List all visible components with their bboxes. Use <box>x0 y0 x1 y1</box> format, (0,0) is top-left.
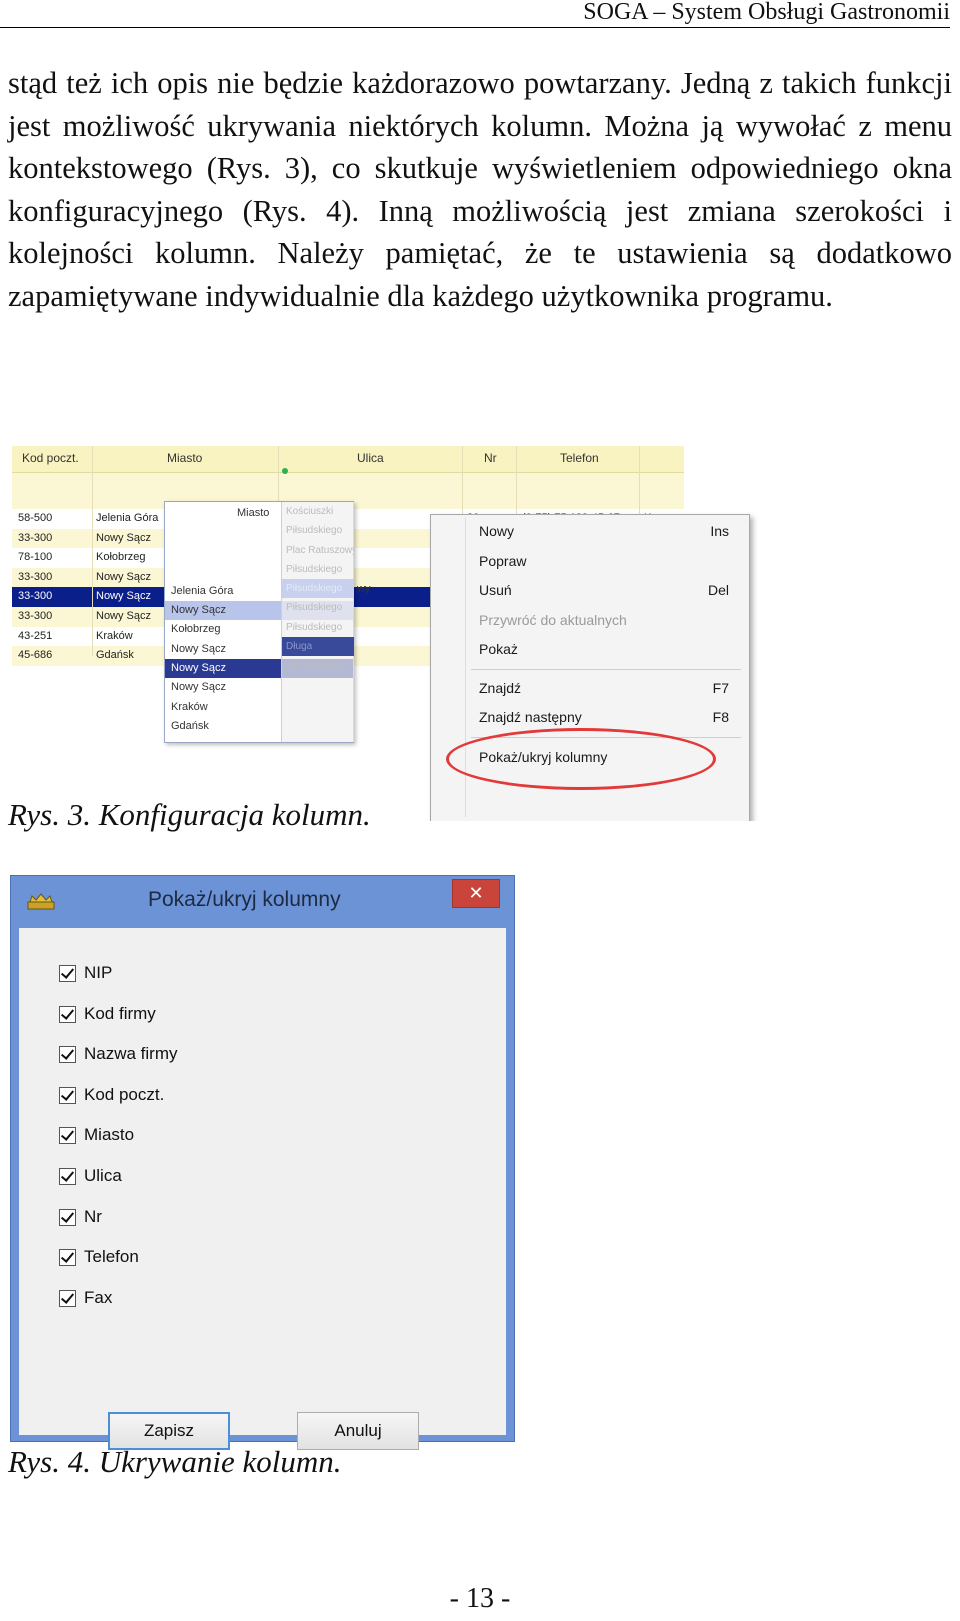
ghost-cell: Piłsudskiego <box>286 563 343 575</box>
dropdown-ghost-column: Kościuszki Piłsudskiego Plac Ratuszowy Piłs… <box>281 502 354 742</box>
body-paragraph: stąd też ich opis nie będzie każdorazowo… <box>8 66 952 313</box>
figure-column-config: Kod poczt. Miasto Ulica Nr Telefon 58-50… <box>12 446 772 821</box>
checkbox-label: Nazwa firmy <box>84 1044 178 1064</box>
col-header-ulica[interactable]: Ulica <box>357 451 384 465</box>
table-cell: Jelenia Góra <box>96 512 159 524</box>
figure3-caption: Rys. 3. Konfiguracja kolumn. <box>8 797 371 832</box>
checkbox-checked-icon[interactable] <box>59 1208 76 1226</box>
col-header-telefon[interactable]: Telefon <box>560 451 599 465</box>
checkbox-checked-icon[interactable] <box>59 1046 76 1064</box>
ghost-cell: Piłsudskiego <box>282 579 354 599</box>
shortcut-ins: Ins <box>710 523 729 539</box>
ghost-cell: Grunwaldzka <box>286 660 345 672</box>
grid-divider <box>92 446 93 656</box>
checkbox-label: Telefon <box>84 1247 139 1267</box>
ghost-cell: Długa <box>282 637 354 657</box>
checkbox-checked-icon[interactable] <box>59 1168 76 1185</box>
checkbox-checked-icon[interactable] <box>59 1289 76 1307</box>
table-cell: 45-686 <box>18 649 53 662</box>
table-cell: Kraków <box>96 629 133 642</box>
menu-item-przywroc: Przywróć do aktualnych <box>479 612 627 628</box>
grid-header: Kod poczt. Miasto Ulica Nr Telefon <box>12 446 684 473</box>
menu-item-pokaz[interactable]: Pokaż <box>479 641 518 657</box>
checkbox-checked-icon[interactable] <box>59 1005 76 1023</box>
menu-item-znajdz-nastepny[interactable]: Znajdź następny <box>479 709 582 725</box>
shortcut-f8: F8 <box>712 709 729 725</box>
menu-item-popraw[interactable]: Popraw <box>479 553 526 569</box>
shortcut-f7: F7 <box>712 680 729 696</box>
ghost-suffix: wy <box>357 583 371 595</box>
dialog-title: Pokaż/ukryj kolumny <box>148 888 341 911</box>
table-cell: Nowy Sącz <box>96 531 152 544</box>
table-cell: 43-251 <box>18 629 53 642</box>
dropdown-header-label: Miasto <box>237 507 270 519</box>
checkbox-label: NIP <box>84 963 113 982</box>
menu-item-usun[interactable]: Usuń <box>479 582 512 598</box>
checkbox-checked-icon[interactable] <box>59 1086 76 1104</box>
app-icon <box>27 893 55 910</box>
dialog-body: NIP Kod firmy Nazwa firmy Kod poczt. Miasto U… <box>19 928 506 1450</box>
table-cell: 78-100 <box>18 551 53 564</box>
dialog-title-bar[interactable]: Pokaż/ukryj kolumny ✕ <box>11 876 514 928</box>
checkbox-label: Nr <box>84 1206 102 1226</box>
ghost-cell: Piłsudskiego <box>286 621 343 633</box>
show-hide-columns-dialog: Pokaż/ukryj kolumny ✕ NIP Kod firmy Nazwa … <box>10 875 515 1450</box>
page-number: - 13 - <box>449 1583 511 1614</box>
shortcut-del: Del <box>707 582 729 598</box>
table-cell: 33-300 <box>18 590 53 603</box>
highlight-oval <box>446 728 716 790</box>
table-cell: Nowy Sącz <box>96 590 152 603</box>
menu-separator <box>471 669 741 670</box>
ghost-cell: Piłsudskiego <box>286 525 343 537</box>
checkbox-label: Fax <box>84 1287 113 1307</box>
checkbox-label: Miasto <box>84 1125 135 1145</box>
header-title: SOGA – System Obsługi Gastronomii <box>583 0 950 25</box>
col-header-miasto[interactable]: Miasto <box>167 451 202 465</box>
menu-item-nowy[interactable]: Nowy <box>479 523 514 539</box>
menu-item-znajdz[interactable]: Znajdź <box>479 680 521 696</box>
page-header: SOGA – System Obsługi Gastronomii <box>0 0 950 28</box>
col-header-kod[interactable]: Kod poczt. <box>22 451 79 465</box>
drag-marker-icon <box>282 468 288 474</box>
column-drag-dropdown[interactable]: Miasto Jelenia Góra Nowy Sącz Kołobrzeg Now… <box>164 501 370 743</box>
checkbox-checked-icon[interactable] <box>59 1249 76 1267</box>
checkbox-label: Kod firmy <box>84 1003 156 1023</box>
checkbox-checked-icon[interactable] <box>59 1127 76 1145</box>
table-cell: 58-500 <box>18 512 53 524</box>
col-header-nr[interactable]: Nr <box>484 451 497 465</box>
ghost-cell: Plac Ratuszowy <box>286 544 354 556</box>
table-cell: 33-300 <box>18 570 53 583</box>
table-cell: Gdańsk <box>96 649 134 662</box>
table-cell: Kołobrzeg <box>96 551 146 564</box>
close-icon: ✕ <box>468 883 484 903</box>
table-cell: 33-300 <box>18 609 53 622</box>
table-cell: Nowy Sącz <box>96 570 152 583</box>
checkbox-label: Kod poczt. <box>84 1084 165 1104</box>
close-button[interactable]: ✕ <box>452 879 500 908</box>
ghost-cell: Piłsudskiego <box>286 602 343 614</box>
checkbox-label: Ulica <box>84 1166 122 1185</box>
figure4-caption: Rys. 4. Ukrywanie kolumn. <box>8 1444 342 1479</box>
table-cell: 33-300 <box>18 531 53 544</box>
checkbox-checked-icon[interactable] <box>59 965 76 982</box>
ghost-cell: Kościuszki <box>286 506 334 517</box>
table-cell: Nowy Sącz <box>96 609 152 622</box>
